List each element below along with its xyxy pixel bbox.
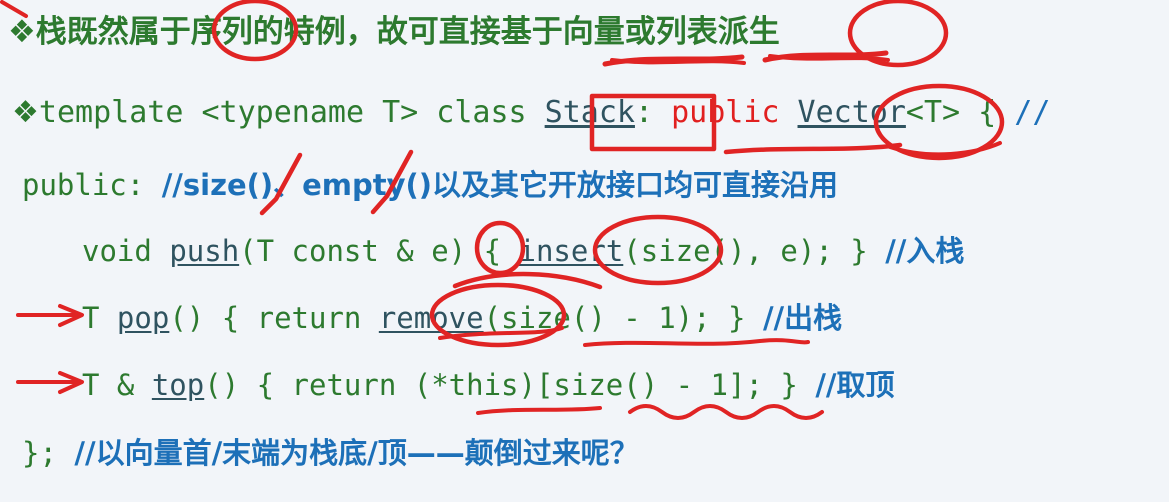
- identifier-top: top: [151, 368, 205, 402]
- line6-seg1: T &: [82, 368, 152, 402]
- slide-canvas: ❖栈既然属于序列的特例，故可直接基于向量或列表派生 ❖template <typ…: [0, 0, 1169, 502]
- line5-seg3: (size() - 1); }: [483, 301, 763, 335]
- ink-circle-paisheng: [847, 0, 949, 68]
- line7-comment: //以向量首/末端为栈底/顶——颠倒过来呢？: [74, 436, 639, 470]
- line4-seg2: (T const & e) {: [239, 234, 519, 268]
- line2-seg1: template <typename T> class: [38, 95, 545, 130]
- ink-underline-xiangliang: [602, 54, 745, 67]
- line2-seg3: <T> {: [905, 95, 1015, 130]
- ink-underline-liebiao: [762, 50, 889, 63]
- ink-underline-xiangliang-2: [610, 58, 746, 65]
- identifier-pop: pop: [116, 301, 170, 335]
- line7-code: };: [22, 436, 75, 470]
- identifier-insert: insert: [518, 234, 624, 268]
- line4-comment: //入栈: [885, 234, 965, 268]
- line2-seg2: :: [634, 95, 672, 130]
- identifier-remove: remove: [378, 301, 484, 335]
- line5-seg2: () { return: [169, 301, 379, 335]
- ink-arrow-pop-head: [58, 304, 84, 327]
- line3-code: public:: [22, 168, 162, 202]
- line2-comment: //: [1014, 95, 1051, 130]
- ink-underline-liebiao-2: [768, 54, 890, 62]
- ink-underline-this: [476, 406, 602, 415]
- text-line-4-push: void push(T const & e) { insert(size(), …: [82, 228, 964, 270]
- text-line-7: }; //以向量首/末端为栈底/顶——颠倒过来呢？: [22, 430, 639, 472]
- line5-seg1: T: [82, 301, 117, 335]
- bullet-icon-line1: ❖: [8, 14, 36, 50]
- ink-underline-public: [723, 142, 903, 155]
- identifier-stack: Stack: [544, 95, 635, 130]
- line5-comment: //出栈: [762, 301, 843, 335]
- line4-seg3: (size(), e); }: [623, 234, 886, 268]
- line1-text: 栈既然属于序列的特例，故可直接基于向量或列表派生: [35, 14, 780, 50]
- bullet-icon-line2: ❖: [12, 95, 39, 130]
- text-line-5-pop: T pop() { return remove(size() - 1); } /…: [82, 295, 842, 337]
- ink-wavy-underline-top-arg: [628, 404, 824, 420]
- line4-seg1: void: [82, 234, 170, 268]
- text-line-2: ❖template <typename T> class Stack: publ…: [12, 95, 1050, 130]
- text-line-1: ❖栈既然属于序列的特例，故可直接基于向量或列表派生: [8, 6, 780, 51]
- ink-underline-pop-arg: [583, 338, 810, 347]
- ink-arrow-top-head: [58, 371, 84, 394]
- line6-seg2: () { return (*this)[size() - 1]; }: [204, 368, 816, 402]
- keyword-public: public: [671, 95, 798, 130]
- ink-underline-vector: [888, 141, 1002, 157]
- text-line-3: public: //size()、empty()以及其它开放接口均可直接沿用: [22, 162, 838, 204]
- line3-comment: //size()、empty()以及其它开放接口均可直接沿用: [161, 168, 839, 202]
- ink-loop-e-insert: [452, 271, 603, 290]
- line6-comment: //取顶: [815, 368, 895, 402]
- identifier-push: push: [169, 234, 240, 268]
- identifier-vector: Vector: [797, 95, 906, 130]
- text-line-6-top: T & top() { return (*this)[size() - 1]; …: [82, 362, 895, 404]
